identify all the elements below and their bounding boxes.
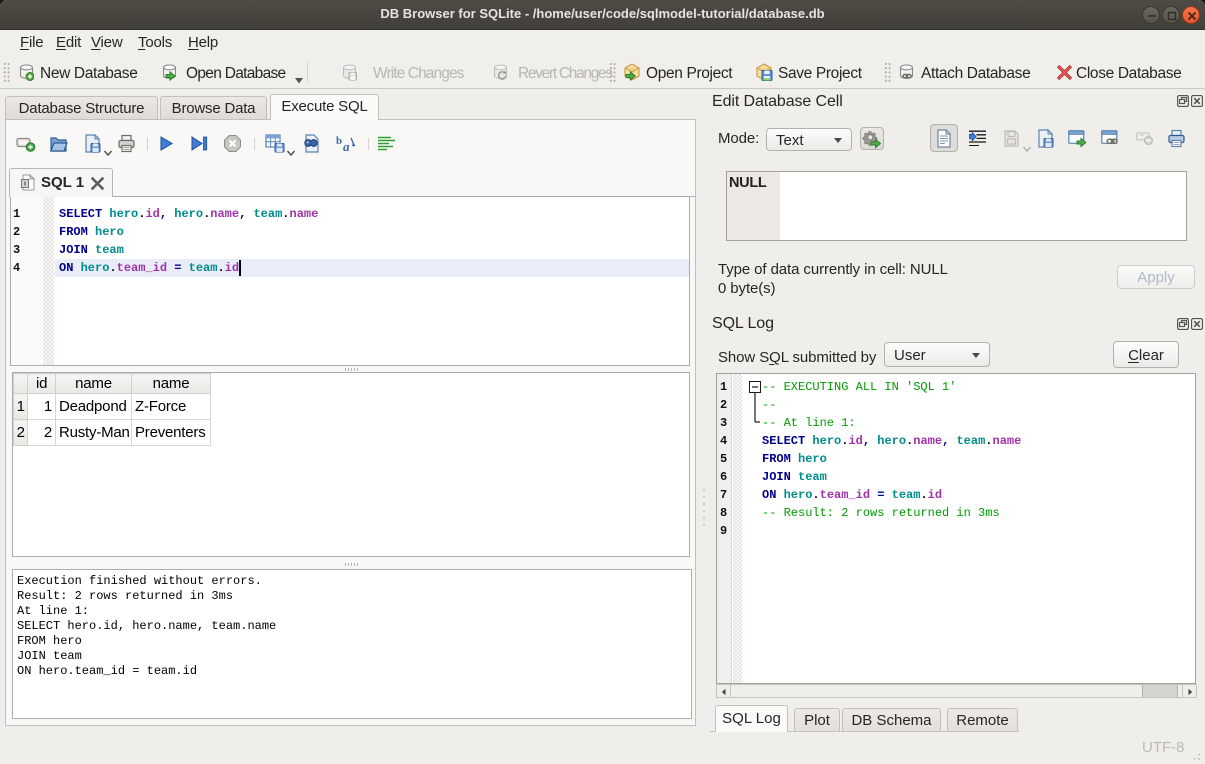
svg-text:b: b (336, 135, 342, 147)
svg-text:a: a (343, 139, 350, 153)
